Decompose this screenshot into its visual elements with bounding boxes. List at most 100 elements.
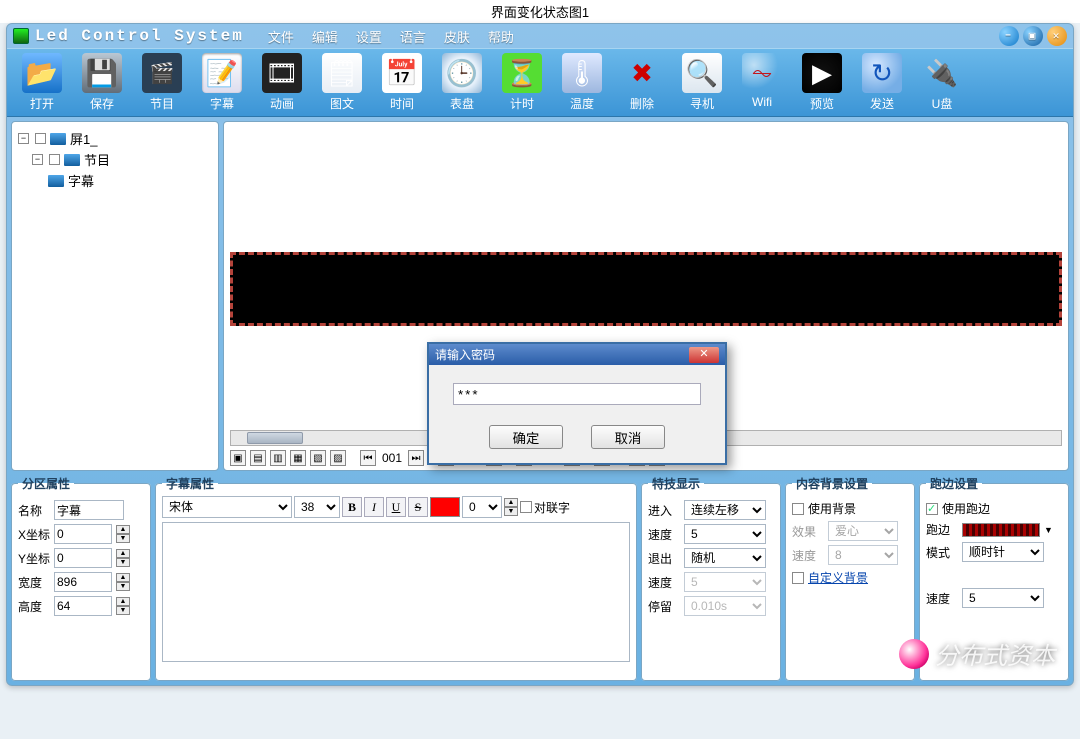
- scrollbar-thumb[interactable]: [247, 432, 303, 444]
- pic-icon: 🗒: [322, 53, 362, 93]
- toolbar-temp-button[interactable]: 🌡温度: [553, 53, 611, 112]
- dial-icon: 🕒: [442, 53, 482, 93]
- page-index: 001: [380, 451, 404, 465]
- text-color-swatch[interactable]: [430, 497, 460, 517]
- password-input[interactable]: [453, 383, 701, 405]
- ok-button[interactable]: 确定: [489, 425, 563, 449]
- toolbar-dial-button[interactable]: 🕒表盘: [433, 53, 491, 112]
- close-button[interactable]: ✕: [1047, 26, 1067, 46]
- maximize-button[interactable]: ▣: [1023, 26, 1043, 46]
- checkbox[interactable]: [49, 154, 60, 165]
- tree-program[interactable]: − 节目: [32, 149, 212, 170]
- usb-icon: 🔌: [922, 53, 962, 93]
- minimize-button[interactable]: –: [999, 26, 1019, 46]
- effects-panel: 特技显示 进入连续左移 速度5 退出随机 速度5 停留0.010s: [641, 475, 781, 681]
- toolbar-open-button[interactable]: 📂打开: [13, 53, 71, 112]
- toolbar-time-button[interactable]: 📅时间: [373, 53, 431, 112]
- mode-select[interactable]: 顺时针: [962, 542, 1044, 562]
- toolbar-label: 动画: [253, 95, 311, 112]
- toolbar-del-button[interactable]: ✖删除: [613, 53, 671, 112]
- spin-down-icon[interactable]: ▼: [116, 606, 130, 615]
- tree-root-label: 屏1_: [70, 129, 97, 148]
- cancel-button[interactable]: 取消: [591, 425, 665, 449]
- toolbar-find-button[interactable]: 🔍寻机: [673, 53, 731, 112]
- toolbar-anim-button[interactable]: 🎞动画: [253, 53, 311, 112]
- spin-down-icon[interactable]: ▼: [504, 507, 518, 516]
- toolbar-label: 打开: [13, 95, 71, 112]
- tree-subtitle[interactable]: 字幕: [48, 170, 212, 191]
- toolbar-pic-button[interactable]: 🗒图文: [313, 53, 371, 112]
- spin-up-icon[interactable]: ▲: [116, 525, 130, 534]
- timer-icon: ⏳: [502, 53, 542, 93]
- menu-edit[interactable]: 编辑: [312, 27, 338, 46]
- layout-v-icon[interactable]: ▥: [270, 450, 286, 466]
- send-icon: ↻: [862, 53, 902, 93]
- underline-button[interactable]: U: [386, 497, 406, 517]
- speed1-select[interactable]: 5: [684, 524, 766, 544]
- exit-select[interactable]: 随机: [684, 548, 766, 568]
- border-style-swatch[interactable]: [962, 523, 1040, 537]
- spin-down-icon[interactable]: ▼: [116, 534, 130, 543]
- layout-full-icon[interactable]: ▣: [230, 450, 246, 466]
- spin-up-icon[interactable]: ▲: [116, 597, 130, 606]
- toolbar-program-button[interactable]: 🎬节目: [133, 53, 191, 112]
- pair-checkbox[interactable]: [520, 501, 532, 513]
- tree-root[interactable]: − 屏1_: [18, 128, 212, 149]
- name-input[interactable]: [54, 500, 124, 520]
- collapse-icon[interactable]: −: [32, 154, 43, 165]
- menu-language[interactable]: 语言: [400, 27, 426, 46]
- layout-u-icon[interactable]: ▨: [330, 450, 346, 466]
- spin-up-icon[interactable]: ▲: [116, 573, 130, 582]
- custombg-checkbox[interactable]: [792, 572, 804, 584]
- menu-settings[interactable]: 设置: [356, 27, 382, 46]
- strike-button[interactable]: S: [408, 497, 428, 517]
- menu-skin[interactable]: 皮肤: [444, 27, 470, 46]
- spin-up-icon[interactable]: ▲: [504, 498, 518, 507]
- spin-down-icon[interactable]: ▼: [116, 582, 130, 591]
- layout-q-icon[interactable]: ▦: [290, 450, 306, 466]
- toolbar-usb-button[interactable]: 🔌U盘: [913, 53, 971, 112]
- spin-down-icon[interactable]: ▼: [116, 558, 130, 567]
- dialog-close-button[interactable]: ✕: [689, 347, 719, 363]
- font-select[interactable]: 宋体: [162, 496, 292, 518]
- italic-button[interactable]: I: [364, 497, 384, 517]
- effects-panel-title: 特技显示: [648, 475, 704, 492]
- menu-file[interactable]: 文件: [268, 27, 294, 46]
- last-icon[interactable]: ⏭: [408, 450, 424, 466]
- toolbar-label: 发送: [853, 95, 911, 112]
- collapse-icon[interactable]: −: [18, 133, 29, 144]
- first-icon[interactable]: ⏮: [360, 450, 376, 466]
- wifi-icon: ⏦: [742, 53, 782, 93]
- toolbar-timer-button[interactable]: ⏳计时: [493, 53, 551, 112]
- indent-select[interactable]: 0: [462, 496, 502, 518]
- size-select[interactable]: 38: [294, 496, 340, 518]
- toolbar-wifi-button[interactable]: ⏦Wifi: [733, 53, 791, 112]
- h-input[interactable]: [54, 596, 112, 616]
- toolbar-prev-button[interactable]: ▶预览: [793, 53, 851, 112]
- led-preview-area[interactable]: [230, 252, 1062, 326]
- bold-button[interactable]: B: [342, 497, 362, 517]
- checkbox[interactable]: [35, 133, 46, 144]
- toolbar-save-button[interactable]: 💾保存: [73, 53, 131, 112]
- w-input[interactable]: [54, 572, 112, 592]
- toolbar-label: 节目: [133, 95, 191, 112]
- enter-select[interactable]: 连续左移: [684, 500, 766, 520]
- layout-h-icon[interactable]: ▤: [250, 450, 266, 466]
- dropdown-icon[interactable]: ▼: [1044, 525, 1053, 535]
- spin-up-icon[interactable]: ▲: [116, 549, 130, 558]
- menu-help[interactable]: 帮助: [488, 27, 514, 46]
- toolbar-sub-button[interactable]: 📝字幕: [193, 53, 251, 112]
- useborder-label: 使用跑边: [942, 500, 990, 517]
- borderspeed-select[interactable]: 5: [962, 588, 1044, 608]
- usebg-checkbox[interactable]: [792, 503, 804, 515]
- useborder-checkbox[interactable]: [926, 503, 938, 515]
- y-input[interactable]: [54, 548, 112, 568]
- toolbar-send-button[interactable]: ↻ 发送: [853, 53, 911, 112]
- del-icon: ✖: [622, 53, 662, 93]
- layout-t-icon[interactable]: ▧: [310, 450, 326, 466]
- subtitle-textarea[interactable]: [162, 522, 630, 662]
- password-dialog: 请输入密码 ✕ 确定 取消: [427, 342, 727, 465]
- custombg-link[interactable]: 自定义背景: [808, 569, 868, 586]
- prev-icon: ▶: [802, 53, 842, 93]
- x-input[interactable]: [54, 524, 112, 544]
